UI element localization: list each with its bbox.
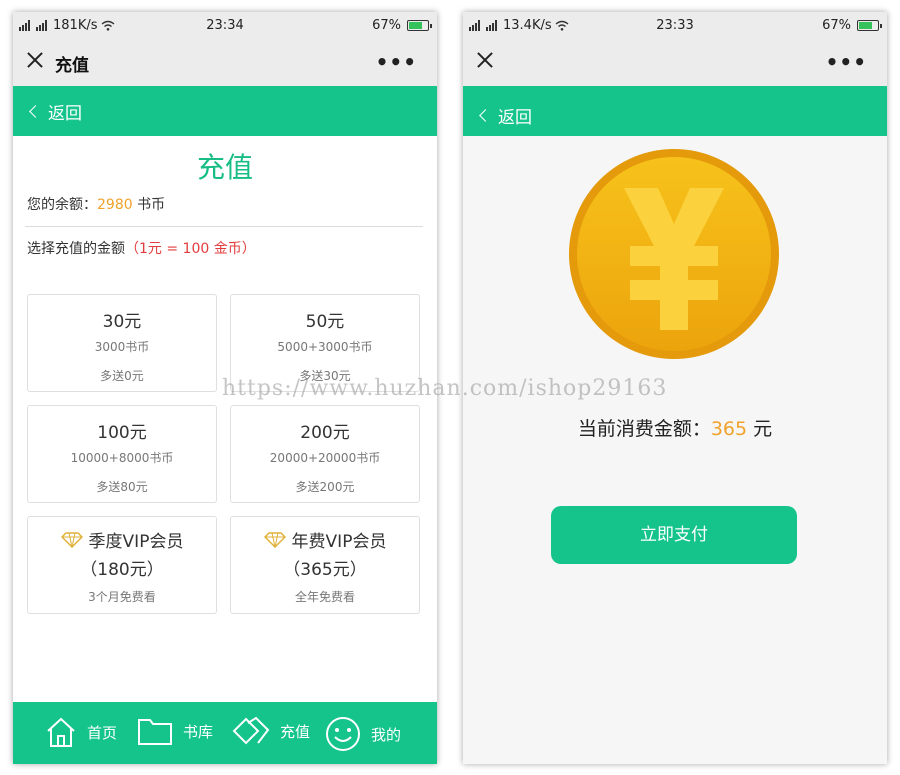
vip-card[interactable]: 季度VIP会员 （180元） 3个月免费看 bbox=[27, 516, 217, 614]
tab-label: 我的 bbox=[371, 725, 402, 744]
more-icon[interactable]: ••• bbox=[826, 50, 867, 74]
vip-card[interactable]: 年费VIP会员 （365元） 全年免费看 bbox=[230, 516, 420, 614]
vip-name: 年费VIP会员 bbox=[291, 532, 387, 552]
tab-label: 充值 bbox=[280, 722, 311, 741]
package-coins: 20000+20000书币 bbox=[269, 451, 381, 465]
diamond-icon bbox=[263, 531, 286, 548]
package-card[interactable]: 100元 10000+8000书币 多送80元 bbox=[27, 405, 217, 503]
amount-value: 365 bbox=[710, 418, 748, 440]
chevron-left-icon bbox=[29, 105, 42, 118]
nav-bar: 返回 bbox=[13, 86, 437, 136]
package-price: 50元 bbox=[305, 312, 345, 332]
status-bar: 13.4K/s 23:33 67% bbox=[463, 12, 887, 40]
status-bar: 181K/s 23:34 67% bbox=[13, 12, 437, 40]
package-bonus: 多送80元 bbox=[96, 480, 148, 494]
back-label: 返回 bbox=[48, 104, 82, 124]
package-card[interactable]: 30元 3000书币 多送0元 bbox=[27, 294, 217, 392]
package-card[interactable]: 200元 20000+20000书币 多送200元 bbox=[230, 405, 420, 503]
battery-icon bbox=[407, 20, 432, 31]
recharge-content: 充值 您的余额：2980 书币 选择充值的金额（1元 = 100 金币） 30元… bbox=[13, 136, 437, 702]
folder-icon bbox=[138, 719, 172, 745]
balance-label: 您的余额： bbox=[27, 197, 97, 213]
webview-titlebar: ••• bbox=[463, 40, 887, 86]
coin-symbol: ¥ bbox=[568, 148, 569, 149]
balance-line: 您的余额：2980 书币 bbox=[27, 194, 165, 214]
back-button[interactable]: 返回 bbox=[29, 99, 82, 124]
yuan-coin-icon: ¥ bbox=[568, 148, 779, 359]
bottom-tab-bar: 首页 书库 充值 我的 bbox=[13, 702, 437, 764]
package-bonus: 多送200元 bbox=[295, 480, 355, 494]
choose-label: 选择充值的金额 bbox=[27, 241, 125, 257]
battery-percent: 67% bbox=[822, 18, 851, 33]
window-title: 充值 bbox=[55, 56, 89, 76]
package-coins: 3000书币 bbox=[94, 340, 150, 354]
back-button[interactable]: 返回 bbox=[479, 103, 532, 128]
package-price: 100元 bbox=[97, 423, 147, 443]
package-bonus: 多送0元 bbox=[100, 369, 144, 383]
exchange-rate: （1元 = 100 金币） bbox=[125, 241, 256, 257]
battery-icon bbox=[857, 20, 882, 31]
more-icon[interactable]: ••• bbox=[376, 50, 417, 74]
smiley-icon bbox=[326, 717, 360, 751]
vip-name-row: 季度VIP会员 bbox=[28, 527, 216, 552]
page-title: 充值 bbox=[196, 151, 253, 184]
vip-price: （365元） bbox=[283, 560, 367, 580]
vip-name: 季度VIP会员 bbox=[88, 532, 184, 552]
tab-profile[interactable]: 我的 bbox=[325, 716, 401, 752]
diamond-icon bbox=[232, 716, 270, 745]
watermark: https://www.huzhan.com/ishop29163 bbox=[222, 376, 668, 401]
divider bbox=[25, 226, 423, 227]
package-price: 30元 bbox=[102, 312, 142, 332]
vip-price: （180元） bbox=[80, 560, 164, 580]
balance-unit: 书币 bbox=[132, 197, 166, 213]
chevron-left-icon bbox=[479, 109, 492, 122]
back-label: 返回 bbox=[498, 108, 532, 128]
package-price: 200元 bbox=[300, 423, 350, 443]
home-icon bbox=[47, 717, 75, 747]
package-coins: 10000+8000书币 bbox=[70, 451, 174, 465]
vip-note: 全年免费看 bbox=[294, 590, 355, 604]
tab-recharge[interactable]: 充值 bbox=[232, 716, 310, 746]
webview-titlebar: 充值 ••• bbox=[13, 40, 437, 86]
amount-unit: 元 bbox=[747, 418, 773, 440]
diamond-icon bbox=[60, 531, 83, 548]
package-coins: 5000+3000书币 bbox=[277, 340, 373, 354]
vip-note: 3个月免费看 bbox=[88, 590, 156, 604]
amount-line: 当前消费金额：365 元 bbox=[463, 414, 887, 441]
close-icon[interactable] bbox=[25, 50, 45, 70]
payment-content: ¥ 当前消费金额：365 元 立即支付 bbox=[463, 136, 887, 764]
balance-amount: 2980 bbox=[97, 197, 133, 213]
tab-label: 书库 bbox=[183, 722, 214, 741]
choose-amount-line: 选择充值的金额（1元 = 100 金币） bbox=[27, 238, 256, 258]
amount-label: 当前消费金额： bbox=[577, 418, 711, 440]
battery-percent: 67% bbox=[372, 18, 401, 33]
vip-name-row: 年费VIP会员 bbox=[231, 527, 419, 552]
close-icon[interactable] bbox=[475, 50, 495, 70]
tab-label: 首页 bbox=[87, 723, 118, 742]
tab-library[interactable]: 书库 bbox=[137, 716, 213, 746]
tab-home[interactable]: 首页 bbox=[45, 716, 117, 748]
nav-bar: 返回 bbox=[463, 86, 887, 136]
pay-now-button[interactable]: 立即支付 bbox=[551, 506, 797, 564]
